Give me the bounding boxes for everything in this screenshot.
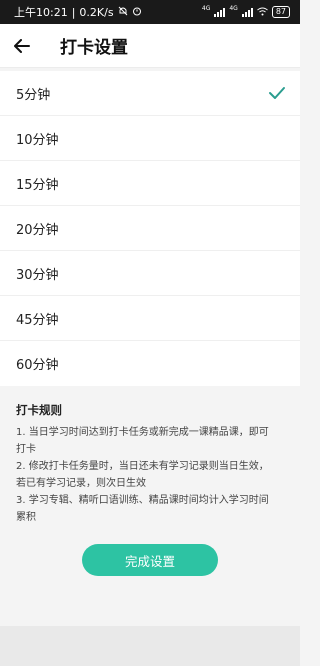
option-label: 60分钟 <box>16 358 59 373</box>
alarm-icon <box>132 6 142 19</box>
status-separator: | <box>71 5 76 19</box>
duration-option-list: 5分钟 10分钟 15分钟 20分钟 30分钟 45分钟 60分钟 <box>0 71 300 386</box>
page-title: 打卡设置 <box>60 38 128 58</box>
option-15-min[interactable]: 15分钟 <box>0 161 300 206</box>
status-time: 上午10:21 <box>14 6 68 19</box>
option-label: 30分钟 <box>16 267 59 283</box>
rule-line: 1. 当日学习时间达到打卡任务或新完成一课精品课，即可 <box>16 427 269 438</box>
option-30-min[interactable]: 30分钟 <box>0 251 300 296</box>
option-label: 10分钟 <box>16 132 59 148</box>
option-10-min[interactable]: 10分钟 <box>0 116 300 161</box>
signal-icon-1 <box>214 7 226 17</box>
rule-line: 3. 学习专辑、精听口语训练、精品课时间均计入学习时间 <box>16 495 269 506</box>
rules-section: 打卡规则 1. 当日学习时间达到打卡任务或新完成一课精品课，即可 打卡 2. 修… <box>0 386 300 526</box>
finish-settings-button[interactable]: 完成设置 <box>82 544 218 576</box>
rule-line: 2. 修改打卡任务量时，当日还未有学习记录则当日生效， <box>16 461 269 472</box>
option-label: 20分钟 <box>16 222 59 238</box>
back-arrow-icon[interactable] <box>14 36 34 56</box>
rule-line: 累积 <box>16 512 36 523</box>
option-60-min[interactable]: 60分钟 <box>0 341 300 386</box>
signal-icon-2 <box>241 7 253 17</box>
option-label: 15分钟 <box>16 177 59 193</box>
signal-label-1: 4G <box>201 4 211 12</box>
finish-button-wrap: 完成设置 <box>0 544 300 576</box>
rule-line: 若已有学习记录，则次日生效 <box>16 478 146 489</box>
net-speed: 0.2K/s <box>79 5 114 19</box>
check-icon <box>268 86 286 100</box>
battery-indicator: 87 <box>271 6 290 18</box>
bottom-bar <box>0 626 300 666</box>
mute-icon <box>118 6 128 19</box>
status-bar: 上午10:21 | 0.2K/s 4G 4G 87 <box>0 0 300 24</box>
rule-line: 打卡 <box>16 444 36 455</box>
status-right: 4G 4G 87 <box>201 4 290 19</box>
option-5-min[interactable]: 5分钟 <box>0 71 300 116</box>
signal-label-2: 4G <box>229 4 238 12</box>
option-label: 45分钟 <box>16 312 59 328</box>
header-bar: 打卡设置 <box>0 24 300 68</box>
option-20-min[interactable]: 20分钟 <box>0 206 300 251</box>
option-45-min[interactable]: 45分钟 <box>0 296 300 341</box>
option-label: 5分钟 <box>16 87 51 103</box>
status-left: 上午10:21 | 0.2K/s <box>14 4 142 20</box>
wifi-icon <box>257 6 268 19</box>
rules-title: 打卡规则 <box>16 403 62 417</box>
